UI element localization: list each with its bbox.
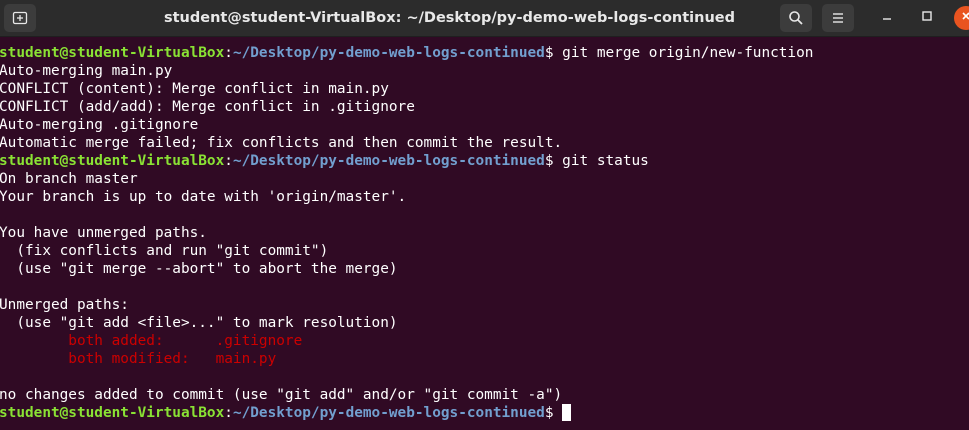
prompt-symbol: $ <box>544 405 563 421</box>
prompt-user: student@student-VirtualBox <box>0 153 225 169</box>
output-line: Your branch is up to date with 'origin/m… <box>0 189 407 205</box>
prompt-colon: : <box>224 153 233 169</box>
new-tab-icon <box>12 10 28 26</box>
menu-button[interactable] <box>822 4 854 32</box>
hamburger-menu-icon <box>831 12 845 24</box>
minimize-button[interactable] <box>875 6 899 30</box>
maximize-button[interactable] <box>915 6 939 30</box>
prompt-path: ~/Desktop/py-demo-web-logs-continued <box>232 153 545 169</box>
output-line: CONFLICT (add/add): Merge conflict in .g… <box>0 99 415 115</box>
search-button[interactable] <box>780 4 812 32</box>
output-line: (fix conflicts and run "git commit") <box>0 243 329 259</box>
output-line: On branch master <box>0 171 138 187</box>
prompt-line: student@student-VirtualBox:~/Desktop/py-… <box>0 44 969 62</box>
prompt-colon: : <box>224 45 233 61</box>
output-line: You have unmerged paths. <box>0 225 207 241</box>
title-bar: student@student-VirtualBox: ~/Desktop/py… <box>0 0 969 37</box>
prompt-path: ~/Desktop/py-demo-web-logs-continued <box>232 45 545 61</box>
output-line: (use "git merge --abort" to abort the me… <box>0 261 398 277</box>
prompt-line: student@student-VirtualBox:~/Desktop/py-… <box>0 152 969 170</box>
prompt-symbol: $ <box>544 153 563 169</box>
prompt-line: student@student-VirtualBox:~/Desktop/py-… <box>0 404 969 422</box>
prompt-user: student@student-VirtualBox <box>0 45 225 61</box>
text-cursor <box>562 404 572 421</box>
window-title: student@student-VirtualBox: ~/Desktop/py… <box>163 10 735 26</box>
prompt-path: ~/Desktop/py-demo-web-logs-continued <box>232 405 545 421</box>
search-icon <box>788 10 804 26</box>
output-line: Automatic merge failed; fix conflicts an… <box>0 135 563 151</box>
prompt-user: student@student-VirtualBox <box>0 405 225 421</box>
unmerged-status: both modified: <box>0 351 216 367</box>
terminal-window: student@student-VirtualBox: ~/Desktop/py… <box>0 0 969 430</box>
minimize-icon <box>881 9 893 27</box>
output-line: Auto-merging main.py <box>0 63 173 79</box>
unmerged-file-line: both modified: main.py <box>0 350 969 368</box>
unmerged-file-line: both added: .gitignore <box>0 332 969 350</box>
prompt-symbol: $ <box>544 45 563 61</box>
output-line: (use "git add <file>..." to mark resolut… <box>0 315 398 331</box>
output-line: no changes added to commit (use "git add… <box>0 387 563 403</box>
close-icon <box>960 9 969 27</box>
unmerged-status: both added: <box>0 333 216 349</box>
new-tab-button[interactable] <box>4 4 36 32</box>
output-line: Auto-merging .gitignore <box>0 117 199 133</box>
output-line: CONFLICT (content): Merge conflict in ma… <box>0 81 389 97</box>
unmerged-file: main.py <box>215 351 277 367</box>
maximize-icon <box>921 9 933 27</box>
command-text: git status <box>562 153 649 169</box>
output-line: Unmerged paths: <box>0 297 129 313</box>
unmerged-file: .gitignore <box>215 333 303 349</box>
terminal-output[interactable]: student@student-VirtualBox:~/Desktop/py-… <box>0 44 969 422</box>
close-button[interactable] <box>954 6 969 30</box>
prompt-colon: : <box>224 405 233 421</box>
command-text: git merge origin/new-function <box>562 45 814 61</box>
